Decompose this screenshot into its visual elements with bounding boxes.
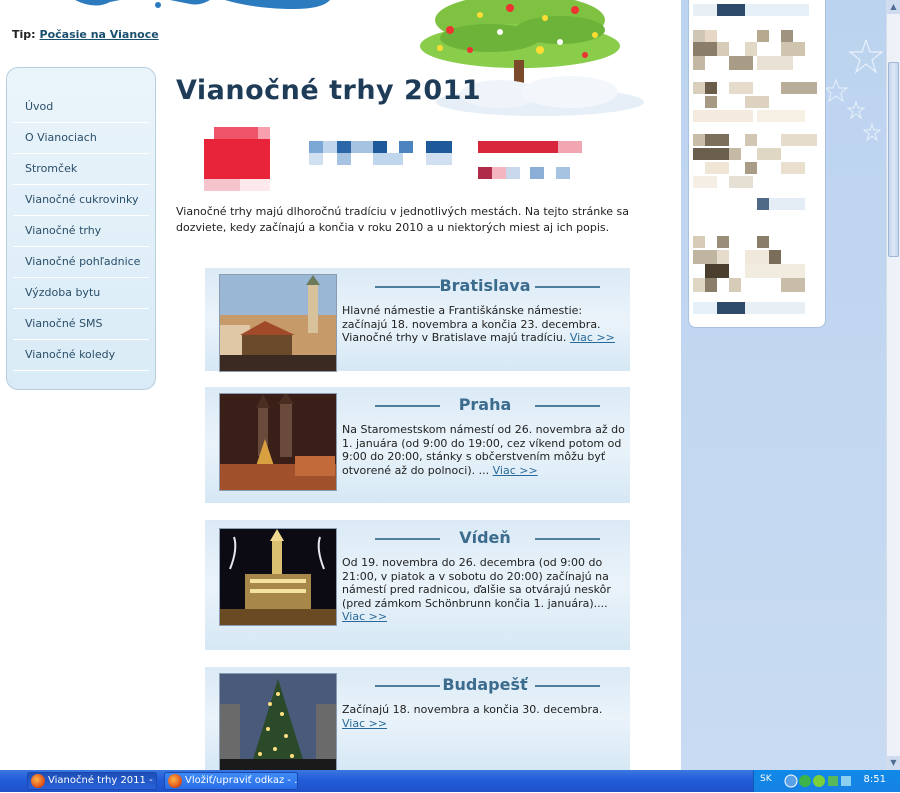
viden-photo[interactable] xyxy=(219,528,337,626)
taskbar-button-firefox-trhy[interactable]: Vianočné trhy 2011 - ... xyxy=(27,772,157,790)
pixelated-ad-blocks xyxy=(204,127,582,191)
tray-icons xyxy=(784,773,854,793)
more-link[interactable]: Viac >> xyxy=(493,464,538,477)
city-card-viden: Vídeň Od 19. novembra do 26. decembra (o… xyxy=(205,520,630,650)
budapest-photo[interactable] xyxy=(219,673,337,772)
city-description: Začínajú 18. novembra a končia 30. decem… xyxy=(342,703,626,730)
more-link[interactable]: Viac >> xyxy=(342,610,387,623)
volume-icon xyxy=(841,776,851,786)
city-description-text: Začínajú 18. novembra a končia 30. decem… xyxy=(342,703,603,716)
vertical-scrollbar[interactable]: ▲ ▼ xyxy=(886,0,900,770)
nav-item-cukrovinky[interactable]: Vianočné cukrovinky xyxy=(13,185,149,216)
city-title: Praha xyxy=(458,395,512,414)
firefox-icon xyxy=(31,774,45,788)
antivirus-icon xyxy=(813,775,825,787)
nav-item-o-vianociach[interactable]: O Vianociach xyxy=(13,123,149,154)
more-link[interactable]: Viac >> xyxy=(342,717,387,730)
city-card-bratislava: Bratislava Hlavné námestie a Františkáns… xyxy=(205,268,630,372)
intro-text: Vianočné trhy majú dlhoročnú tradíciu v … xyxy=(176,205,629,234)
nav-item-koledy[interactable]: Vianočné koledy xyxy=(13,340,149,371)
header-swoosh-decoration xyxy=(0,0,330,9)
sidebar-nav: Úvod O Vianociach Stromček Vianočné cukr… xyxy=(6,67,156,390)
scroll-down-arrow-icon[interactable]: ▼ xyxy=(887,756,900,770)
tip-label: Tip: xyxy=(12,28,36,41)
taskbar-button-label: Vianočné trhy 2011 - ... xyxy=(48,775,157,786)
page-title: Vianočné trhy 2011 xyxy=(176,75,482,106)
security-shield-icon xyxy=(799,775,811,787)
city-description-text: Od 19. novembra do 26. decembra (od 9:00… xyxy=(342,556,611,610)
firefox-icon xyxy=(168,774,182,788)
city-card-budapest: Budapešť Začínajú 18. novembra a končia … xyxy=(205,667,630,772)
city-title: Bratislava xyxy=(439,276,531,295)
nav-item-uvod[interactable]: Úvod xyxy=(13,92,149,123)
scrollbar-thumb[interactable] xyxy=(888,62,899,257)
clock[interactable]: 8:51 xyxy=(864,774,886,785)
city-title: Budapešť xyxy=(442,675,528,694)
city-description-text: Hlavné námestie a Františkánske námestie… xyxy=(342,304,601,344)
bratislava-photo[interactable] xyxy=(219,274,337,372)
tip-link[interactable]: Počasie na Vianoce xyxy=(40,28,159,41)
language-indicator[interactable]: SK xyxy=(760,774,772,784)
city-description: Hlavné námestie a Františkánske námestie… xyxy=(342,304,626,345)
taskbar-button-label: Vložiť/upraviť odkaz - ... xyxy=(185,775,298,786)
city-description: Od 19. novembra do 26. decembra (od 9:00… xyxy=(342,556,626,624)
system-tray: SK 8:51 xyxy=(753,770,900,792)
windows-taskbar: Vianočné trhy 2011 - ... Vložiť/upraviť … xyxy=(0,770,900,792)
nav-item-trhy[interactable]: Vianočné trhy xyxy=(13,216,149,247)
praha-photo[interactable] xyxy=(219,393,337,491)
back-arrow-icon xyxy=(784,774,798,788)
nav-item-vyzdoba[interactable]: Výzdoba bytu xyxy=(13,278,149,309)
stars-decoration xyxy=(826,40,884,142)
city-card-praha: Praha Na Staromestskom námestí od 26. no… xyxy=(205,387,630,503)
city-description-text: Na Staromestskom námestí od 26. novembra… xyxy=(342,423,625,477)
tip-line: Tip: Počasie na Vianoce xyxy=(12,28,159,41)
network-icon xyxy=(828,776,838,786)
city-description: Na Staromestskom námestí od 26. novembra… xyxy=(342,423,626,477)
scroll-up-arrow-icon[interactable]: ▲ xyxy=(887,0,900,14)
taskbar-button-firefox-odkaz[interactable]: Vložiť/upraviť odkaz - ... xyxy=(164,772,298,790)
nav-item-pohladnice[interactable]: Vianočné pohľadnice xyxy=(13,247,149,278)
nav-item-stromcek[interactable]: Stromček xyxy=(13,154,149,185)
nav-item-sms[interactable]: Vianočné SMS xyxy=(13,309,149,340)
pixelated-sidebar-content xyxy=(693,4,817,314)
more-link[interactable]: Viac >> xyxy=(570,331,615,344)
city-title: Vídeň xyxy=(459,528,511,547)
right-sidebar-box xyxy=(688,0,826,328)
